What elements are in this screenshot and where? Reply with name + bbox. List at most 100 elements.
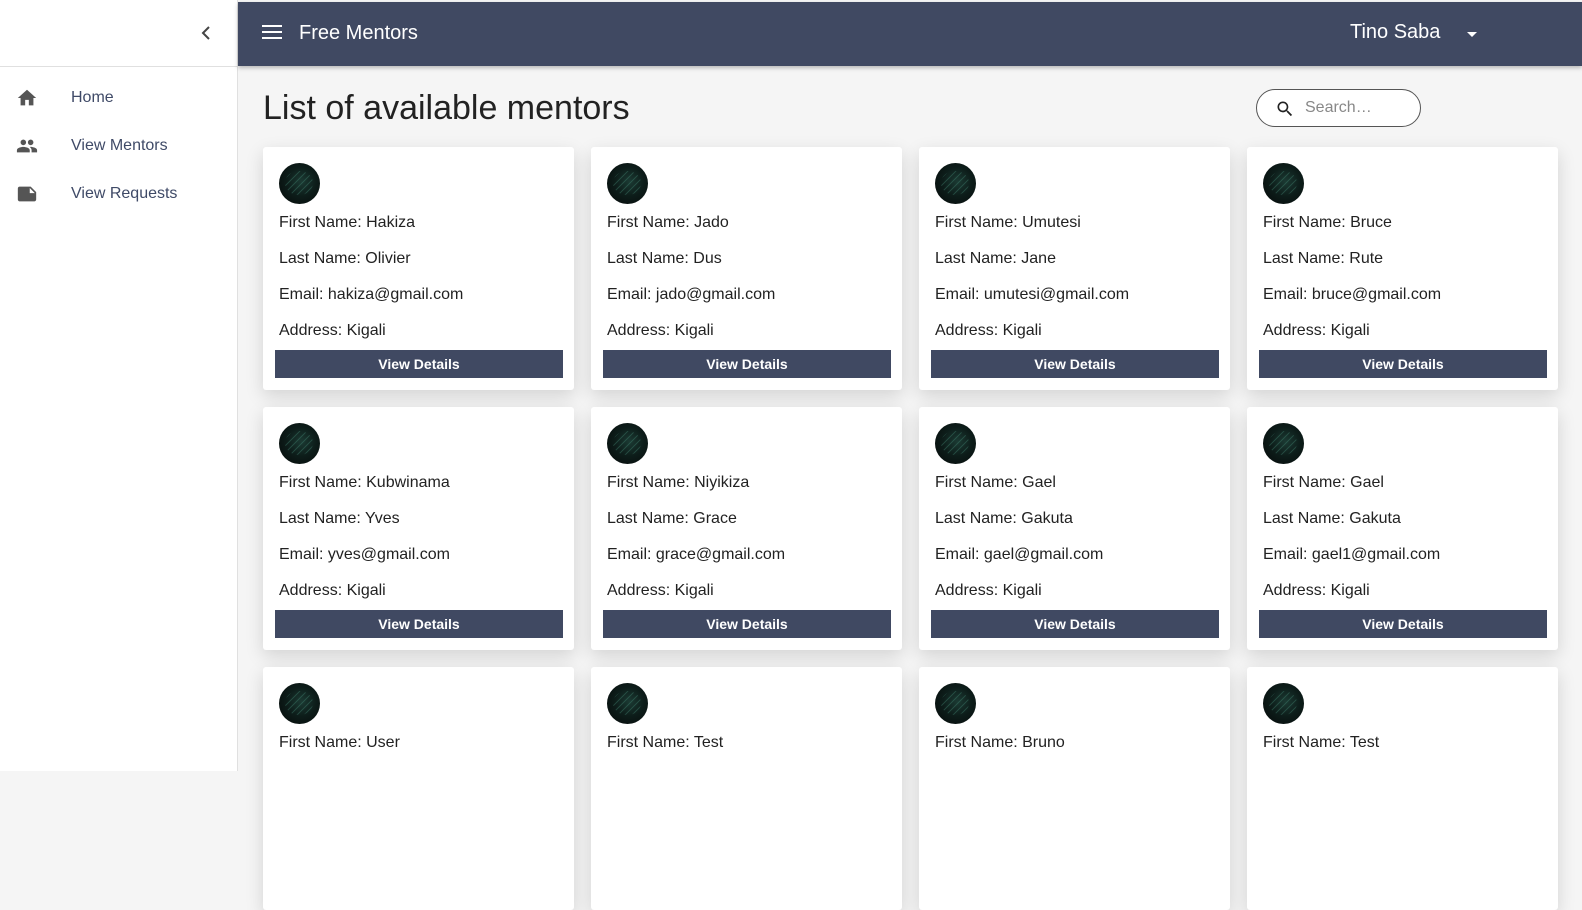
mentor-card: First Name: Test [591,667,902,910]
field-label: First Name: [607,734,694,751]
field-label: Address: [607,322,675,339]
avatar [935,163,976,204]
field-label: Address: [607,582,675,599]
field-label: Email: [279,546,328,563]
search-box[interactable] [1256,89,1421,127]
view-details-button[interactable]: View Details [275,350,563,378]
view-details-button[interactable]: View Details [603,610,891,638]
user-name[interactable]: Tino Saba [1350,21,1440,44]
sidebar-item-label: Home [71,89,114,106]
field-label: First Name: [935,734,1023,751]
field-label: Last Name: [935,250,1022,267]
field-label: Last Name: [935,510,1022,527]
field-label: Address: [935,582,1003,599]
menu-icon[interactable] [262,24,284,44]
field-value: Kigali [1330,322,1370,339]
mentor-card: First Name: Hakiza Last Name: Olivier Emai… [263,147,574,390]
field-label: Email: [1263,546,1312,563]
field-value: Yves [364,510,400,527]
field-value: grace@gmail.com [655,546,786,563]
mentor-card: First Name: Bruce Last Name: Rute Email: b… [1247,147,1558,390]
mentor-address: Address: Kigali [279,582,386,600]
avatar [1263,163,1304,204]
mentor-card: First Name: Gael Last Name: Gakuta Email: … [1247,407,1558,650]
view-details-button[interactable]: View Details [603,350,891,378]
avatar [279,683,320,724]
people-icon [16,135,38,157]
view-details-button[interactable]: View Details [1259,610,1547,638]
sidebar-item-view-requests[interactable]: View Requests [0,172,237,216]
avatar [935,683,976,724]
field-value: Test [1349,734,1380,751]
field-label: First Name: [935,214,1023,231]
mentor-address: Address: Kigali [279,322,386,340]
field-label: First Name: [607,474,695,491]
field-value: Rute [1349,250,1384,267]
field-value: Kigali [346,582,386,599]
field-label: Last Name: [607,250,694,267]
field-label: First Name: [279,214,367,231]
mentor-card: First Name: Kubwinama Last Name: Yves Emai… [263,407,574,650]
field-label: Last Name: [279,510,365,527]
mentor-card: First Name: Bruno [919,667,1230,910]
view-details-button[interactable]: View Details [931,610,1219,638]
view-details-button[interactable]: View Details [931,350,1219,378]
caret-down-icon[interactable] [1460,22,1484,46]
field-value: Niyikiza [694,474,750,491]
mentor-address: Address: Kigali [935,322,1042,340]
field-label: Email: [607,286,656,303]
app-title: Free Mentors [299,22,418,44]
field-label: Address: [935,322,1003,339]
mentor-address: Address: Kigali [607,582,714,600]
mentor-address: Address: Kigali [1263,582,1370,600]
field-label: Address: [1263,322,1331,339]
field-label: First Name: [935,474,1023,491]
avatar [607,423,648,464]
field-value: Gael [1350,474,1384,491]
view-details-button[interactable]: View Details [275,610,563,638]
avatar [607,683,648,724]
mentor-first-name: First Name: Jado [607,214,729,232]
mentor-first-name: First Name: Hakiza [279,214,415,232]
mentor-first-name: First Name: Bruno [935,734,1065,752]
field-label: Last Name: [607,510,694,527]
field-value: Bruno [1022,734,1065,751]
avatar [279,423,320,464]
chevron-left-icon[interactable] [196,22,216,44]
mentor-address: Address: Kigali [1263,322,1370,340]
field-value: Test [693,734,724,751]
field-value: Bruce [1350,214,1392,231]
mentor-first-name: First Name: User [279,734,400,752]
mentor-first-name: First Name: Umutesi [935,214,1081,232]
field-label: Email: [279,286,328,303]
field-value: Jado [694,214,729,231]
sidebar-item-view-mentors[interactable]: View Mentors [0,124,237,168]
field-label: Address: [279,582,347,599]
field-value: Kigali [674,582,714,599]
field-value: gael@gmail.com [983,546,1104,563]
view-details-button[interactable]: View Details [1259,350,1547,378]
mentor-email: Email: grace@gmail.com [607,546,785,564]
sidebar-item-home[interactable]: Home [0,76,237,120]
field-label: First Name: [279,734,367,751]
field-value: Gakuta [1021,510,1073,527]
sidebar-header [0,0,237,67]
mentor-email: Email: gael1@gmail.com [1263,546,1440,564]
field-value: Dus [693,250,722,267]
mentor-address: Address: Kigali [935,582,1042,600]
field-label: First Name: [1263,734,1350,751]
search-input[interactable] [1305,97,1410,119]
avatar [1263,423,1304,464]
field-label: First Name: [607,214,695,231]
avatar [935,423,976,464]
mentor-last-name: Last Name: Yves [279,510,400,528]
field-label: First Name: [1263,474,1351,491]
field-label: Email: [607,546,656,563]
mentor-first-name: First Name: Niyikiza [607,474,749,492]
field-value: User [366,734,400,751]
mentor-email: Email: yves@gmail.com [279,546,450,564]
field-value: Kigali [674,322,714,339]
avatar [279,163,320,204]
field-value: Gakuta [1349,510,1401,527]
mentor-email: Email: jado@gmail.com [607,286,775,304]
